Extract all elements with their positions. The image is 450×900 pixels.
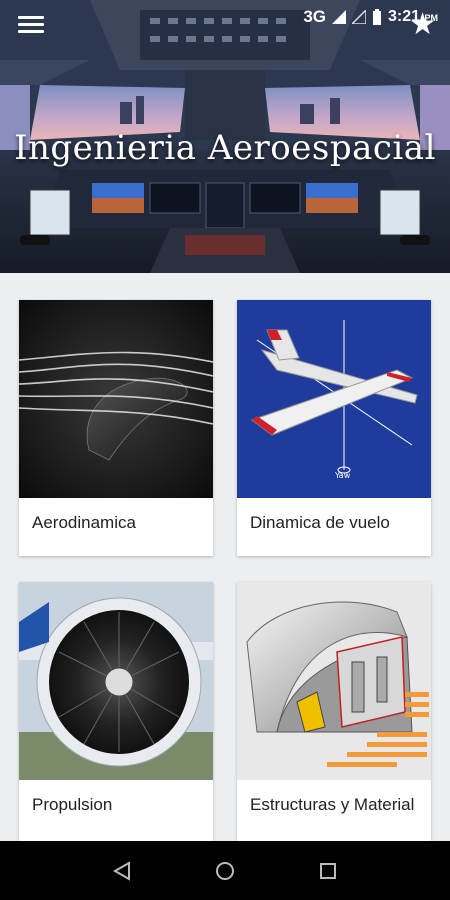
battery-icon [373, 9, 382, 25]
topics-grid: Aerodinamica Yaw Dinamica de vuelo Propu… [0, 273, 450, 841]
jet-engine-image [19, 582, 213, 780]
card-estructuras-y-material[interactable]: Estructuras y Material [237, 582, 431, 841]
card-aerodinamica[interactable]: Aerodinamica [19, 300, 213, 556]
hamburger-menu-icon[interactable] [14, 12, 48, 40]
card-propulsion[interactable]: Propulsion [19, 582, 213, 841]
card-label: Dinamica de vuelo [250, 513, 390, 532]
header-banner: 3G 3:21 PM ★ Ingenieria Aeroespacial [0, 0, 450, 273]
recents-icon[interactable] [308, 851, 348, 891]
card-label: Aerodinamica [32, 513, 136, 532]
wifi-icon [352, 10, 367, 24]
page-title: Ingenieria Aeroespacial [14, 128, 436, 168]
home-icon[interactable] [205, 851, 245, 891]
wing-structure-image [237, 582, 431, 780]
network-type: 3G [303, 7, 327, 26]
airflow-wing-image [19, 300, 213, 498]
svg-text:Yaw: Yaw [334, 471, 351, 480]
back-icon[interactable] [102, 851, 142, 891]
system-navigation-bar [0, 841, 450, 900]
card-label: Propulsion [32, 795, 113, 814]
card-label: Estructuras y Material [250, 795, 415, 814]
card-dinamica-de-vuelo[interactable]: Yaw Dinamica de vuelo [237, 300, 431, 556]
signal-icon [332, 10, 347, 24]
airplane-axes-image: Yaw [237, 300, 431, 498]
star-icon[interactable]: ★ [409, 10, 436, 40]
status-bar: 3G 3:21 PM [0, 0, 450, 34]
